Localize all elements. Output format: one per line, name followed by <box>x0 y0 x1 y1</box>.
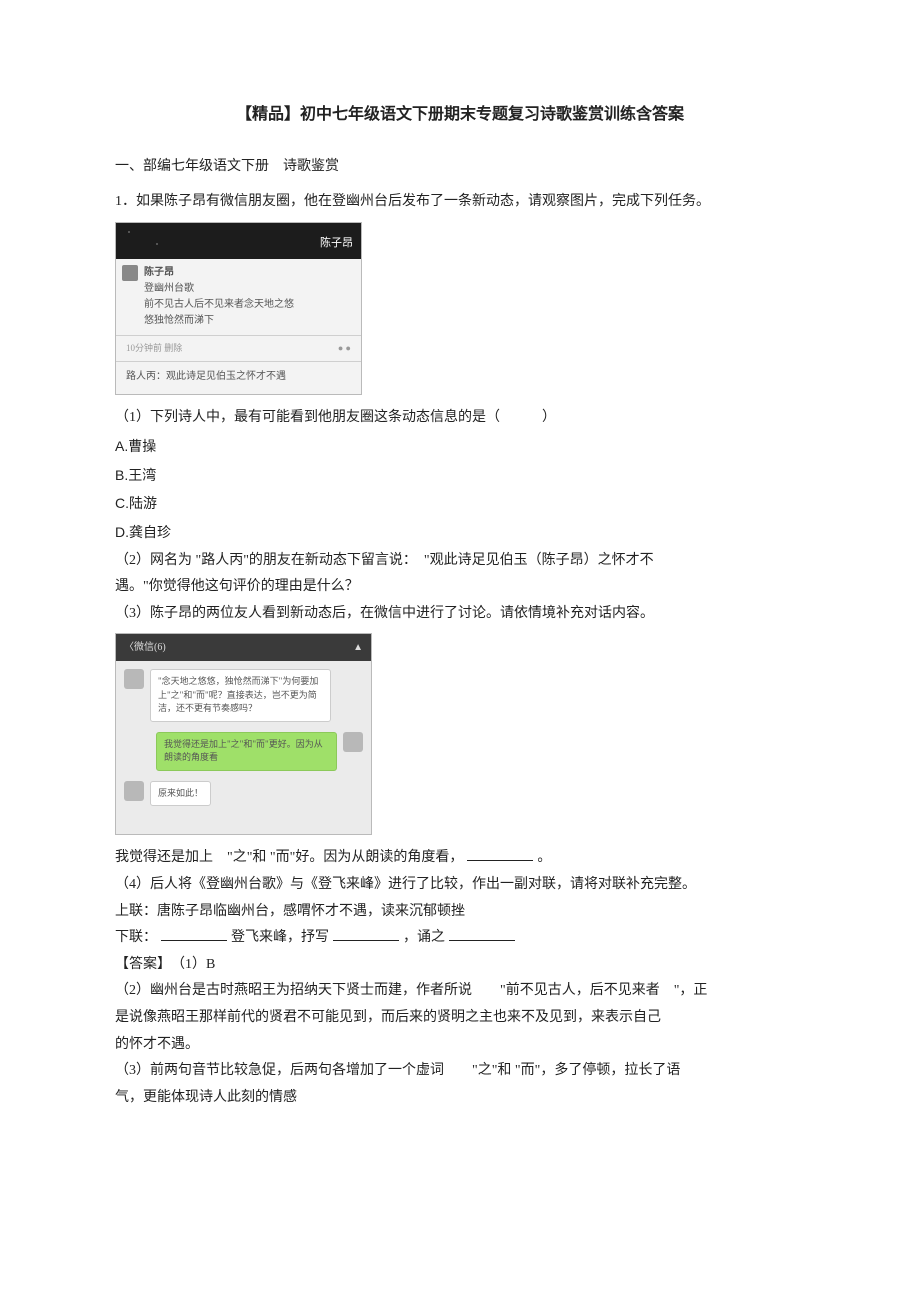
post-meta: 10分钟前 删除 ● ● <box>116 335 361 361</box>
post-line1: 登幽州台歌 <box>144 281 351 297</box>
chat-bubble-1: "念天地之悠悠，独怆然而涕下"为何要加上"之"和"而"呢？直接表达，岂不更为简洁… <box>150 669 331 722</box>
moments-post: 陈子昂 登幽州台歌 前不见古人后不见来者念天地之悠 悠独怆然而涕下 <box>116 259 361 335</box>
blank <box>161 926 227 941</box>
answer-2c: 的怀才不遇。 <box>115 1032 805 1059</box>
post-author: 陈子昂 <box>144 265 351 281</box>
person-icon: ▲ <box>353 638 363 657</box>
q1-4c: 下联：登飞来峰，抒写，诵之 <box>115 925 805 952</box>
q1-3: （3）陈子昂的两位友人看到新动态后，在微信中进行了讨论。请依情境补充对话内容。 <box>115 601 805 628</box>
blank <box>467 846 533 861</box>
section-header: 一、部编七年级语文下册 诗歌鉴赏 <box>115 154 805 181</box>
page-title: 【精品】初中七年级语文下册期末专题复习诗歌鉴赏训练含答案 <box>115 100 805 130</box>
options: A.曹操 B.王湾 C.陆游 D.龚自珍 <box>115 433 805 545</box>
wechat-card: 〈微信(6) ▲ "念天地之悠悠，独怆然而涕下"为何要加上"之"和"而"呢？直接… <box>115 633 372 835</box>
q1-4b: 上联：唐陈子昂临幽州台，感喟怀才不遇，读来沉郁顿挫 <box>115 899 805 926</box>
moments-header: 陈子昂 <box>116 223 361 259</box>
option-d: D.龚自珍 <box>115 519 805 546</box>
q1-3-tail: 我觉得还是加上 "之"和 "而"好。因为从朗读的角度看，。 <box>115 845 805 872</box>
q1-4a: （4）后人将《登幽州台歌》与《登飞来峰》进行了比较，作出一副对联，请将对联补充完… <box>115 872 805 899</box>
answer-3a: （3）前两句音节比较急促，后两句各增加了一个虚词 "之"和 "而"，多了停顿，拉… <box>115 1058 805 1085</box>
avatar <box>122 265 138 281</box>
q1-1: （1）下列诗人中，最有可能看到他朋友圈这条动态信息的是（ ） <box>115 405 805 432</box>
avatar <box>124 669 144 689</box>
chat-bubble-2: 我觉得还是加上"之"和"而"更好。因为从朗读的角度看 <box>156 732 337 771</box>
post-line2: 前不见古人后不见来者念天地之悠 <box>144 297 351 313</box>
answer-3b: 气，更能体现诗人此刻的情感 <box>115 1085 805 1112</box>
q1-2-line2: 遇。"你觉得他这句评价的理由是什么？ <box>115 574 805 601</box>
avatar <box>343 732 363 752</box>
option-b: B.王湾 <box>115 462 805 489</box>
answer-2b: 是说像燕昭王那样前代的贤君不可能见到，而后来的贤明之主也来不及见到，来表示自己 <box>115 1005 805 1032</box>
chat-bubble-3: 原来如此！ <box>150 781 211 807</box>
post-comment: 路人丙：观此诗足见伯玉之怀才不遇 <box>116 361 361 394</box>
answer-2a: （2）幽州台是古时燕昭王为招纳天下贤士而建，作者所说 "前不见古人，后不见来者 … <box>115 978 805 1005</box>
q1-intro: 1．如果陈子昂有微信朋友圈，他在登幽州台后发布了一条新动态，请观察图片，完成下列… <box>115 189 805 216</box>
moments-card: 陈子昂 陈子昂 登幽州台歌 前不见古人后不见来者念天地之悠 悠独怆然而涕下 10… <box>115 222 362 395</box>
wechat-header: 〈微信(6) ▲ <box>116 634 371 661</box>
avatar <box>124 781 144 801</box>
moments-handle: 陈子昂 <box>320 237 353 249</box>
q1-2-line1: （2）网名为 "路人丙"的朋友在新动态下留言说： "观此诗足见伯玉（陈子昂）之怀… <box>115 548 805 575</box>
option-a: A.曹操 <box>115 433 805 460</box>
blank <box>333 926 399 941</box>
blank <box>449 926 515 941</box>
option-c: C.陆游 <box>115 490 805 517</box>
answer-1: 【答案】 （1）B <box>115 952 805 979</box>
post-line3: 悠独怆然而涕下 <box>144 313 351 329</box>
